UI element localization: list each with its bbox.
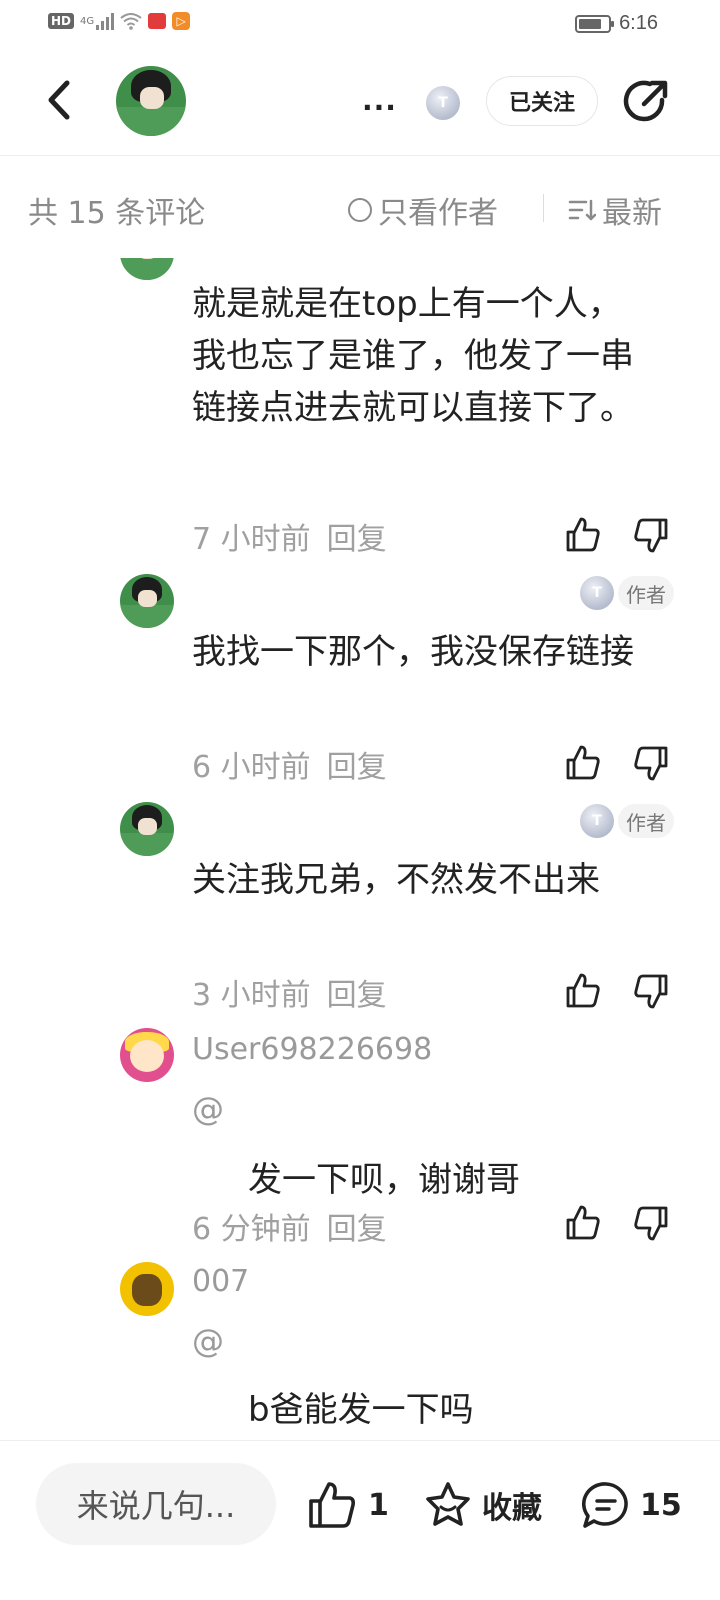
author-tag: 作者 [618,804,674,838]
hd-icon: HD [48,13,75,29]
battery-icon [575,14,615,33]
comment-meta: 3 小时前 回复 [192,970,387,1014]
comment-text: 我找一下那个，我没保存链接 [192,632,634,672]
reply-button[interactable]: 回复 [327,514,387,558]
comment-count: 共 15 条评论 [28,196,206,231]
commenter-avatar[interactable] [120,258,174,280]
commenter-avatar[interactable] [120,1262,174,1316]
thumbs-up-icon[interactable] [564,744,602,782]
comment-text: 发一下呗，谢谢哥 [248,1160,520,1200]
comment-meta: 7 小时前 回复 [192,514,387,558]
mention[interactable]: @ [192,1090,224,1128]
page: HD 4G ▷ 6:16 ... T 已关注 共 15 条评论 只看作者 最新 … [0,0,720,1600]
sort-icon [568,199,596,221]
thumbs-down-icon[interactable] [632,1204,670,1242]
thumbs-up-icon [309,1482,355,1528]
commenter-avatar[interactable] [120,802,174,856]
thumbs-up-icon[interactable] [564,1204,602,1242]
comments-button[interactable]: 15 [580,1479,682,1531]
back-button[interactable] [36,74,80,126]
favorite-button[interactable]: 收藏 [422,1479,542,1531]
thumbs-down-icon[interactable] [632,516,670,554]
mention[interactable]: @ [192,1322,224,1360]
reply-button[interactable]: 回复 [327,970,387,1014]
only-author-toggle[interactable]: 只看作者 [348,188,498,232]
commenter-avatar[interactable] [120,574,174,628]
like-count: 1 [368,1487,389,1523]
author-tag: 作者 [618,576,674,610]
comment-header: 共 15 条评论 只看作者 最新 [0,170,720,246]
status-bar: HD 4G ▷ 6:16 [0,0,720,48]
network-type-label: 4G [80,15,95,27]
status-icons-right: 6:16 [575,12,658,35]
comment-time: 6 小时前 [192,750,311,785]
status-icons-left: HD 4G ▷ [48,12,191,30]
bottom-action-bar: 来说几句... 1 收藏 15 [0,1440,720,1600]
commenter-name[interactable]: User698226698 [192,1032,432,1067]
author-name[interactable]: ... [362,84,397,117]
author-avatar[interactable] [116,66,186,136]
reply-button[interactable]: 回复 [327,742,387,786]
chevron-left-icon [48,80,70,120]
comment-count-badge: 15 [640,1487,682,1523]
comment-list: 就是就是在top上有一个人，我也忘了是谁了，他发了一串链接点进去就可以直接下了。… [0,258,720,1438]
sort-button[interactable]: 最新 [568,188,662,232]
comment-time: 6 分钟前 [192,1212,311,1247]
commenter-name[interactable]: 007 [192,1264,249,1299]
comment-input[interactable]: 来说几句... [36,1463,276,1545]
comment-meta: 6 小时前 回复 [192,742,387,786]
thumbs-up-icon[interactable] [564,972,602,1010]
video-app-icon: ▷ [172,12,191,30]
radio-circle-icon [348,198,372,222]
favorite-label: 收藏 [482,1491,542,1526]
follow-button[interactable]: 已关注 [486,76,598,126]
like-button[interactable]: 1 [306,1479,389,1531]
commenter-avatar[interactable] [120,1028,174,1082]
thumbs-down-icon[interactable] [632,744,670,782]
top-nav-bar: ... T 已关注 [0,48,720,156]
signal-icon [96,12,115,30]
reader-app-icon [148,13,167,29]
comment-meta: 6 分钟前 回复 [192,1204,387,1248]
divider [543,194,544,222]
wifi-icon [120,13,142,30]
comment-time: 7 小时前 [192,522,311,557]
only-author-label: 只看作者 [378,196,498,231]
thumbs-down-icon[interactable] [632,972,670,1010]
comment-text: 关注我兄弟，不然发不出来 [192,860,600,900]
level-badge-icon: T [580,576,614,610]
chat-bubble-icon [582,1482,628,1528]
star-icon [426,1482,470,1526]
level-badge-icon: T [580,804,614,838]
comment-time: 3 小时前 [192,978,311,1013]
share-icon[interactable] [622,78,670,126]
status-time: 6:16 [619,12,658,34]
sort-label: 最新 [602,196,662,231]
thumbs-up-icon[interactable] [564,516,602,554]
comment-text: 就是就是在top上有一个人，我也忘了是谁了，他发了一串链接点进去就可以直接下了。 [192,284,634,428]
level-badge-icon: T [426,86,460,120]
reply-button[interactable]: 回复 [327,1204,387,1248]
comment-text: b爸能发一下吗 [248,1390,474,1430]
